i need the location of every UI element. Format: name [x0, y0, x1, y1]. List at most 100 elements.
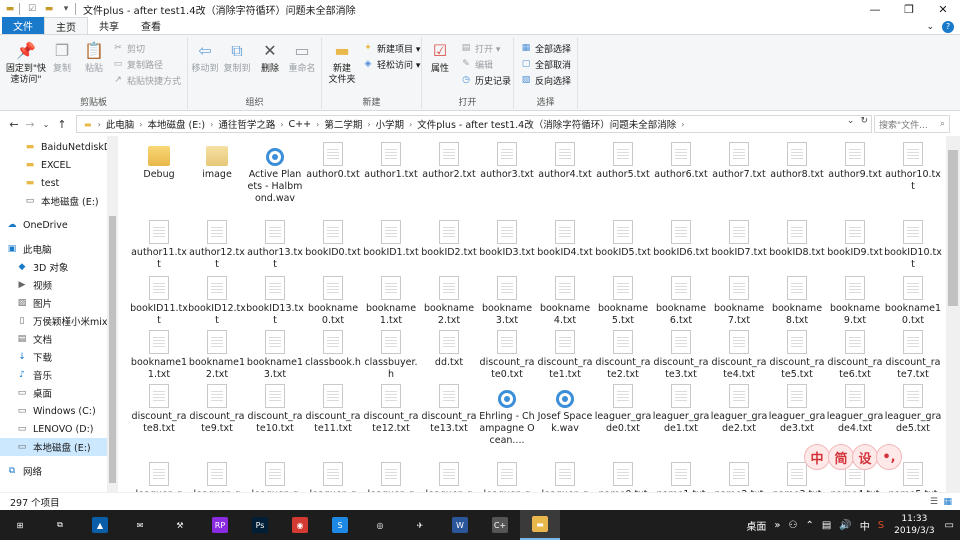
open-button[interactable]: ▤ 打开 ▾ [460, 41, 501, 55]
network-icon[interactable]: ▤ [822, 520, 831, 531]
chevron-right-icon[interactable]: › [409, 120, 412, 129]
chevron-down-icon[interactable]: ⌄ [847, 116, 855, 126]
file-item[interactable]: leaguer_g [246, 462, 304, 492]
file-item[interactable]: author12.txt [188, 220, 246, 271]
file-item[interactable]: discount_rate4.txt [710, 330, 768, 381]
file-item[interactable]: name0.txt [594, 462, 652, 492]
file-item[interactable]: discount_rate0.txt [478, 330, 536, 381]
copy-button[interactable]: ❐ 复制 [48, 39, 76, 75]
photoshop-app[interactable]: Ps [240, 510, 280, 540]
rp-app[interactable]: RP [200, 510, 240, 540]
nav-item[interactable]: ▯ 万侯颖槿小米mix [0, 312, 112, 330]
nav-item[interactable]: ▣ 此电脑 [0, 240, 112, 258]
file-item[interactable]: bookname9.txt [826, 276, 884, 327]
details-view-icon[interactable]: ☰ [930, 497, 938, 507]
chevron-up-icon[interactable]: ⌃ [805, 520, 813, 531]
file-item[interactable]: bookID6.txt [652, 220, 710, 259]
maximize-button[interactable]: ❐ [892, 0, 926, 18]
select-all-button[interactable]: ▦ 全部选择 [520, 41, 571, 55]
file-item[interactable]: author5.txt [594, 142, 652, 181]
notification-icon[interactable]: ▭ [945, 520, 954, 531]
edit-button[interactable]: ✎ 编辑 [460, 57, 493, 71]
file-item[interactable]: bookID0.txt [304, 220, 362, 259]
nav-item[interactable]: ▭ 本地磁盘 (E:) [0, 438, 112, 456]
recent-locations-icon[interactable]: ⌄ [38, 114, 54, 134]
file-item[interactable]: discount_rate5.txt [768, 330, 826, 381]
photos-app[interactable]: ▲ [80, 510, 120, 540]
chevron-right-icon[interactable]: › [367, 120, 370, 129]
file-item[interactable]: author7.txt [710, 142, 768, 181]
file-item[interactable]: leaguer_g [304, 462, 362, 492]
paste-shortcut-button[interactable]: ↗ 粘贴快捷方式 [112, 73, 181, 87]
nav-item[interactable]: ▬ BaiduNetdiskDo [0, 138, 112, 156]
file-item[interactable]: author10.txt [884, 142, 942, 193]
file-item[interactable]: bookname1.txt [362, 276, 420, 327]
task-view-button[interactable]: ⧉ [40, 510, 80, 540]
nav-scrollbar-thumb[interactable] [109, 216, 116, 483]
file-item[interactable]: discount_rate6.txt [826, 330, 884, 381]
select-none-button[interactable]: ▢ 全部取消 [520, 57, 571, 71]
file-item[interactable]: author8.txt [768, 142, 826, 181]
up-arrow-icon[interactable]: ↑ [54, 114, 70, 134]
copy-path-button[interactable]: ▭ 复制路径 [112, 57, 163, 71]
invert-selection-button[interactable]: ▧ 反向选择 [520, 73, 571, 87]
file-item[interactable]: bookID9.txt [826, 220, 884, 259]
breadcrumb-current-folder[interactable]: 文件plus - after test1.4改（消除字符循环）问题未全部消除 [417, 117, 676, 131]
file-item[interactable]: author3.txt [478, 142, 536, 181]
nav-item[interactable]: ▤ 文档 [0, 330, 112, 348]
tools-app[interactable]: ⚒ [160, 510, 200, 540]
file-item[interactable]: discount_rate9.txt [188, 384, 246, 435]
breadcrumb-semester[interactable]: 第二学期 [324, 117, 362, 131]
breadcrumb-philosophy[interactable]: 通往哲学之路 [218, 117, 275, 131]
address-bar[interactable]: ▬ › 此电脑 › 本地磁盘 (E:) › 通往哲学之路 › C++ › 第二学期 › 小… [76, 115, 872, 133]
file-item[interactable]: bookname7.txt [710, 276, 768, 327]
sogou-tray-icon[interactable]: S [878, 520, 884, 531]
word-app[interactable]: W [440, 510, 480, 540]
file-item[interactable]: discount_rate3.txt [652, 330, 710, 381]
new-item-button[interactable]: ✦ 新建项目 ▾ [362, 41, 420, 55]
file-item[interactable]: author4.txt [536, 142, 594, 181]
file-item[interactable]: Josef Spacek.wav [536, 384, 594, 435]
file-item[interactable]: bookname6.txt [652, 276, 710, 327]
nav-item[interactable]: ▬ test [0, 174, 112, 192]
rename-button[interactable]: ▭ 重命名 [286, 39, 318, 75]
nav-item[interactable]: ☁ OneDrive [0, 216, 112, 234]
forward-arrow-icon[interactable]: → [22, 114, 38, 134]
nav-item[interactable]: ▭ LENOVO (D:) [0, 420, 112, 438]
nav-item[interactable]: ⧉ 网络 [0, 462, 112, 480]
folder-item[interactable]: Debug [130, 142, 188, 181]
file-list-scrollbar-thumb[interactable] [948, 150, 958, 306]
file-item[interactable]: leaguer_grade5.txt [884, 384, 942, 435]
file-item[interactable]: discount_rate10.txt [246, 384, 304, 435]
tab-home[interactable]: 主页 [44, 17, 88, 34]
file-item[interactable]: bookname5.txt [594, 276, 652, 327]
devcpp-app[interactable]: C+ [480, 510, 520, 540]
chevron-down-icon[interactable]: ▾ [59, 2, 73, 16]
file-item[interactable]: bookname10.txt [884, 276, 942, 327]
ime-indicator[interactable]: 中 [860, 518, 870, 533]
file-item[interactable]: leaguer_g [536, 462, 594, 492]
move-to-button[interactable]: ⇦ 移动到 [190, 39, 220, 75]
file-item[interactable]: bookID5.txt [594, 220, 652, 259]
file-item[interactable]: classbuyer.h [362, 330, 420, 381]
file-explorer-app[interactable]: ▬ [520, 510, 560, 540]
file-item[interactable]: discount_rate13.txt [420, 384, 478, 435]
file-item[interactable]: leaguer_grade3.txt [768, 384, 826, 435]
breadcrumb-drive-e[interactable]: 本地磁盘 (E:) [147, 117, 205, 131]
file-item[interactable]: name2.txt [710, 462, 768, 492]
nav-item[interactable]: ♪ 音乐 [0, 366, 112, 384]
file-item[interactable]: bookname8.txt [768, 276, 826, 327]
nav-item[interactable]: ↓ 下载 [0, 348, 112, 366]
file-item[interactable]: leaguer_g [420, 462, 478, 492]
file-item[interactable]: leaguer_g [130, 462, 188, 492]
folder-item[interactable]: image [188, 142, 246, 181]
copy-to-button[interactable]: ⧉ 复制到 [222, 39, 252, 75]
file-item[interactable]: dd.txt [420, 330, 478, 369]
file-item[interactable]: classbook.h [304, 330, 362, 369]
easy-access-button[interactable]: ◈ 轻松访问 ▾ [362, 57, 421, 71]
properties-quick-icon[interactable]: ☑ [25, 2, 39, 16]
file-item[interactable]: leaguer_g [188, 462, 246, 492]
nav-item[interactable]: ▶ 视频 [0, 276, 112, 294]
volume-icon[interactable]: 🔊 [839, 520, 851, 531]
tab-view[interactable]: 查看 [130, 17, 172, 34]
